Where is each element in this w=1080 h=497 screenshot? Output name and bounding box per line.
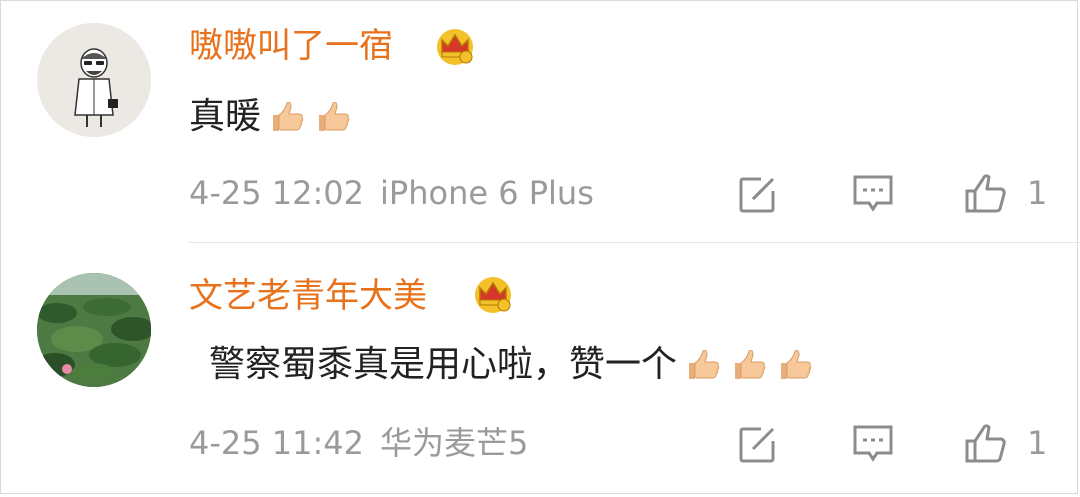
avatar[interactable] bbox=[37, 273, 151, 387]
like-icon[interactable] bbox=[963, 171, 1007, 215]
comment-text: 真暖 bbox=[189, 97, 353, 137]
comment-item: 文艺老青年大美 警察蜀黍真是用心啦，赞一个 4-25 11:42 华为麦芒5 1 bbox=[1, 243, 1080, 497]
repost-icon[interactable] bbox=[737, 421, 781, 465]
comment-text-content: 警察蜀黍真是用心啦，赞一个 bbox=[209, 344, 678, 385]
username[interactable]: 嗷嗷叫了一宿 bbox=[189, 29, 393, 63]
avatar[interactable] bbox=[37, 23, 151, 137]
comment-list: 嗷嗷叫了一宿 真暖 4-25 12:02 iPhone 6 Plus 1 文艺老… bbox=[0, 0, 1080, 497]
comment-time: 4-25 12:02 bbox=[189, 174, 365, 212]
comment-time: 4-25 11:42 bbox=[189, 424, 365, 462]
comment-meta: 4-25 11:42 华为麦芒5 bbox=[189, 427, 528, 459]
crown-icon bbox=[475, 277, 511, 313]
like-count: 1 bbox=[1027, 174, 1048, 212]
comment-icon[interactable] bbox=[851, 421, 895, 465]
comment-text-content: 真暖 bbox=[189, 96, 262, 137]
thumbs-up-emoji-icon bbox=[781, 350, 812, 379]
comment-icon[interactable] bbox=[851, 171, 895, 215]
like-icon[interactable] bbox=[963, 421, 1007, 465]
thumbs-up-emoji-icon bbox=[319, 102, 350, 131]
comment-device: 华为麦芒5 bbox=[380, 424, 529, 462]
like-count: 1 bbox=[1027, 424, 1048, 462]
thumbs-up-emoji-icon bbox=[735, 350, 766, 379]
thumbs-up-emoji-icon bbox=[689, 350, 720, 379]
comment-text: 警察蜀黍真是用心啦，赞一个 bbox=[209, 345, 815, 385]
thumbs-up-emoji-icon bbox=[273, 102, 304, 131]
crown-icon bbox=[437, 29, 473, 65]
comment-device: iPhone 6 Plus bbox=[380, 174, 594, 212]
comment-meta: 4-25 12:02 iPhone 6 Plus bbox=[189, 177, 594, 209]
comment-item: 嗷嗷叫了一宿 真暖 4-25 12:02 iPhone 6 Plus 1 bbox=[1, 1, 1080, 243]
repost-icon[interactable] bbox=[737, 171, 781, 215]
username[interactable]: 文艺老青年大美 bbox=[189, 279, 427, 313]
